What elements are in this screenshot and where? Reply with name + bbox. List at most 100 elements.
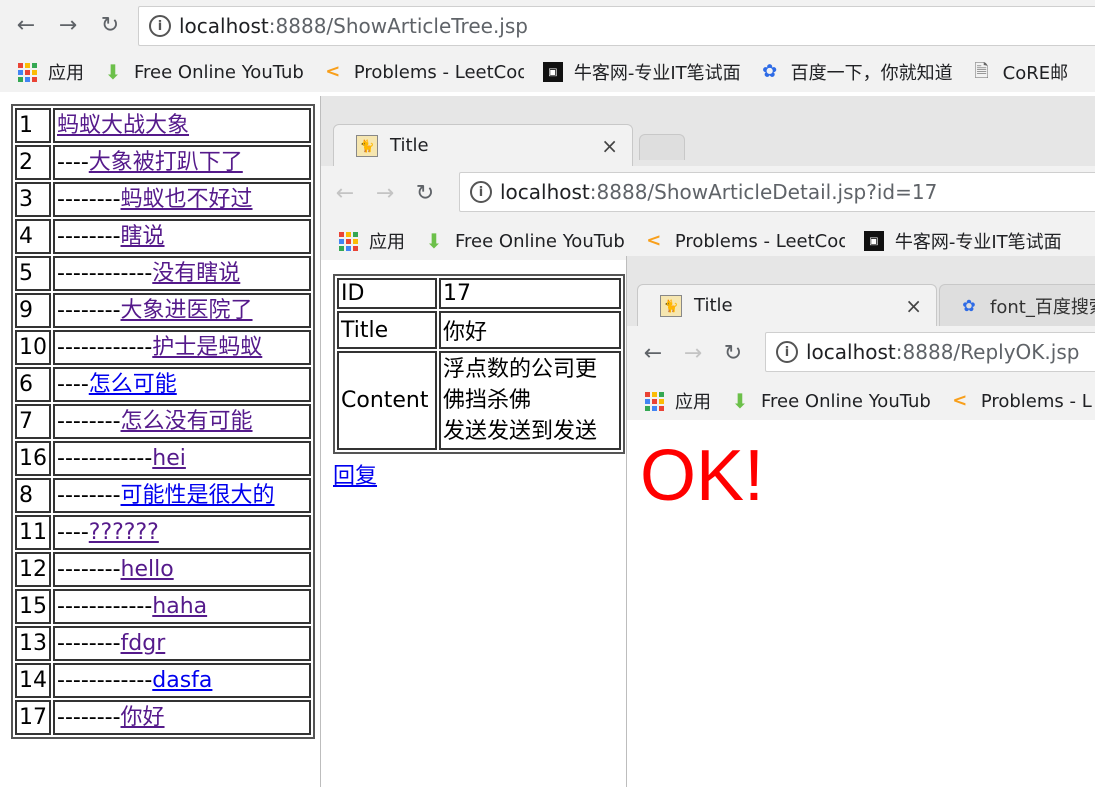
- reload-button[interactable]: ↻: [409, 178, 441, 210]
- article-title-cell: --------fdgr: [53, 626, 311, 661]
- reply-link[interactable]: 回复: [333, 458, 377, 490]
- article-id-cell: 4: [15, 219, 51, 254]
- bookmark-item[interactable]: 应用: [337, 228, 405, 254]
- forward-button[interactable]: →: [369, 178, 401, 210]
- reload-button[interactable]: ↻: [94, 10, 126, 42]
- article-id-cell: 12: [15, 552, 51, 587]
- bookmark-item[interactable]: ▣ 牛客网-专业IT笔试面: [542, 59, 741, 85]
- tab-font-search[interactable]: ✿ font_百度搜索: [939, 284, 1095, 326]
- content-line: 浮点数的公司更: [443, 357, 598, 382]
- indent-prefix: ----: [57, 520, 89, 545]
- article-link[interactable]: hei: [152, 446, 186, 471]
- table-row: 17 --------你好: [15, 700, 311, 735]
- info-icon[interactable]: i: [470, 181, 492, 203]
- article-link[interactable]: fdgr: [121, 631, 166, 656]
- table-row: 11 ----??????: [15, 515, 311, 550]
- article-link[interactable]: 大象进医院了: [121, 298, 253, 323]
- article-title-cell: --------大象进医院了: [53, 293, 311, 328]
- indent-prefix: ------------: [57, 261, 153, 286]
- article-detail-table: ID 17 Title 你好 Content 浮点数的公司更 佛挡杀佛 发送发送…: [333, 274, 625, 454]
- bookmark-item[interactable]: ⬇ Free Online YouTub: [729, 390, 931, 412]
- detail-row-title: Title 你好: [337, 311, 621, 349]
- article-link[interactable]: 没有瞎说: [152, 261, 240, 286]
- bookmark-label: CoRE邮: [1002, 63, 1069, 84]
- bookmark-item[interactable]: 应用: [16, 59, 84, 85]
- back-button[interactable]: ←: [329, 178, 361, 210]
- forward-button[interactable]: →: [52, 10, 84, 42]
- address-bar[interactable]: i localhost:8888/ReplyOK.jsp: [765, 332, 1095, 372]
- forward-button[interactable]: →: [677, 338, 709, 370]
- new-tab-button[interactable]: [639, 134, 685, 160]
- table-row: 9 --------大象进医院了: [15, 293, 311, 328]
- ok-message: OK!: [640, 436, 765, 516]
- indent-prefix: --------: [57, 187, 121, 212]
- address-bar[interactable]: i localhost:8888/ShowArticleTree.jsp: [138, 6, 1095, 46]
- article-id-cell: 7: [15, 404, 51, 439]
- article-link[interactable]: dasfa: [152, 668, 212, 693]
- close-icon[interactable]: ×: [905, 294, 922, 318]
- article-link[interactable]: 怎么没有可能: [121, 409, 253, 434]
- article-link[interactable]: 护士是蚂蚁: [152, 335, 262, 360]
- close-icon[interactable]: ×: [601, 134, 618, 158]
- browser-window-reply-ok: 🐈 Title × ✿ font_百度搜索 ← → ↻ i localhost:…: [626, 256, 1095, 787]
- info-icon[interactable]: i: [776, 341, 798, 363]
- bookmark-item[interactable]: ▣ 牛客网-专业IT笔试面: [863, 228, 1062, 254]
- bookmark-item[interactable]: < Problems - LeetCod: [322, 61, 524, 83]
- article-link[interactable]: 怎么可能: [89, 372, 177, 397]
- indent-prefix: --------: [57, 705, 121, 730]
- article-link[interactable]: 你好: [121, 705, 165, 730]
- indent-prefix: ----: [57, 150, 89, 175]
- article-link[interactable]: ??????: [89, 520, 159, 545]
- address-bar[interactable]: i localhost:8888/ShowArticleDetail.jsp?i…: [459, 172, 1095, 212]
- article-link[interactable]: haha: [152, 594, 207, 619]
- bookmark-item[interactable]: < Problems - L: [949, 390, 1091, 412]
- table-row: 7 --------怎么没有可能: [15, 404, 311, 439]
- tab-label: Title: [694, 295, 733, 316]
- article-id-cell: 5: [15, 256, 51, 291]
- table-row: 4 --------瞎说: [15, 219, 311, 254]
- bookmark-item[interactable]: ⬇ Free Online YouTub: [102, 61, 304, 83]
- bookmarks-bar: 应用 ⬇ Free Online YouTub < Problems - LeetCod…: [0, 52, 1095, 92]
- article-link[interactable]: 瞎说: [121, 224, 165, 249]
- article-id-cell: 10: [15, 330, 51, 365]
- article-title-cell: ----大象被打趴下了: [53, 145, 311, 180]
- detail-value: 浮点数的公司更 佛挡杀佛 发送发送到发送: [439, 351, 621, 450]
- table-row: 12 --------hello: [15, 552, 311, 587]
- bookmark-item[interactable]: 🗎 CoRE邮: [971, 59, 1068, 85]
- table-row: 10 ------------护士是蚂蚁: [15, 330, 311, 365]
- url-host: localhost: [806, 340, 896, 364]
- reload-button[interactable]: ↻: [717, 338, 749, 370]
- article-title-cell: ------------没有瞎说: [53, 256, 311, 291]
- article-title-cell: --------你好: [53, 700, 311, 735]
- back-button[interactable]: ←: [637, 338, 669, 370]
- indent-prefix: --------: [57, 631, 121, 656]
- tab-title[interactable]: 🐈 Title ×: [637, 284, 937, 326]
- table-row: 2 ----大象被打趴下了: [15, 145, 311, 180]
- article-title-cell: --------瞎说: [53, 219, 311, 254]
- article-id-cell: 1: [15, 108, 51, 143]
- article-link[interactable]: 大象被打趴下了: [89, 150, 243, 175]
- detail-row-content: Content 浮点数的公司更 佛挡杀佛 发送发送到发送: [337, 351, 621, 450]
- content-line: 发送发送到发送: [443, 419, 598, 444]
- article-link[interactable]: 可能性是很大的: [121, 483, 275, 508]
- article-id-cell: 14: [15, 663, 51, 698]
- tab-label: Title: [390, 135, 429, 156]
- article-title-cell: 蚂蚁大战大象: [53, 108, 311, 143]
- indent-prefix: --------: [57, 298, 121, 323]
- article-id-cell: 9: [15, 293, 51, 328]
- article-link[interactable]: 蚂蚁也不好过: [121, 187, 253, 212]
- article-link[interactable]: 蚂蚁大战大象: [57, 113, 189, 138]
- bookmark-item[interactable]: ✿ 百度一下，你就知道: [759, 59, 953, 85]
- baidu-paw-icon: ✿: [962, 296, 976, 315]
- info-icon[interactable]: i: [149, 15, 171, 37]
- detail-value: 17: [439, 278, 621, 309]
- bookmark-item[interactable]: ⬇ Free Online YouTub: [423, 230, 625, 252]
- indent-prefix: --------: [57, 409, 121, 434]
- apps-grid-icon: [337, 230, 359, 252]
- back-button[interactable]: ←: [10, 10, 42, 42]
- tab-title[interactable]: 🐈 Title ×: [333, 124, 633, 166]
- detail-row-id: ID 17: [337, 278, 621, 309]
- bookmark-item[interactable]: < Problems - LeetCod: [643, 230, 845, 252]
- article-link[interactable]: hello: [121, 557, 174, 582]
- bookmark-item[interactable]: 应用: [643, 388, 711, 414]
